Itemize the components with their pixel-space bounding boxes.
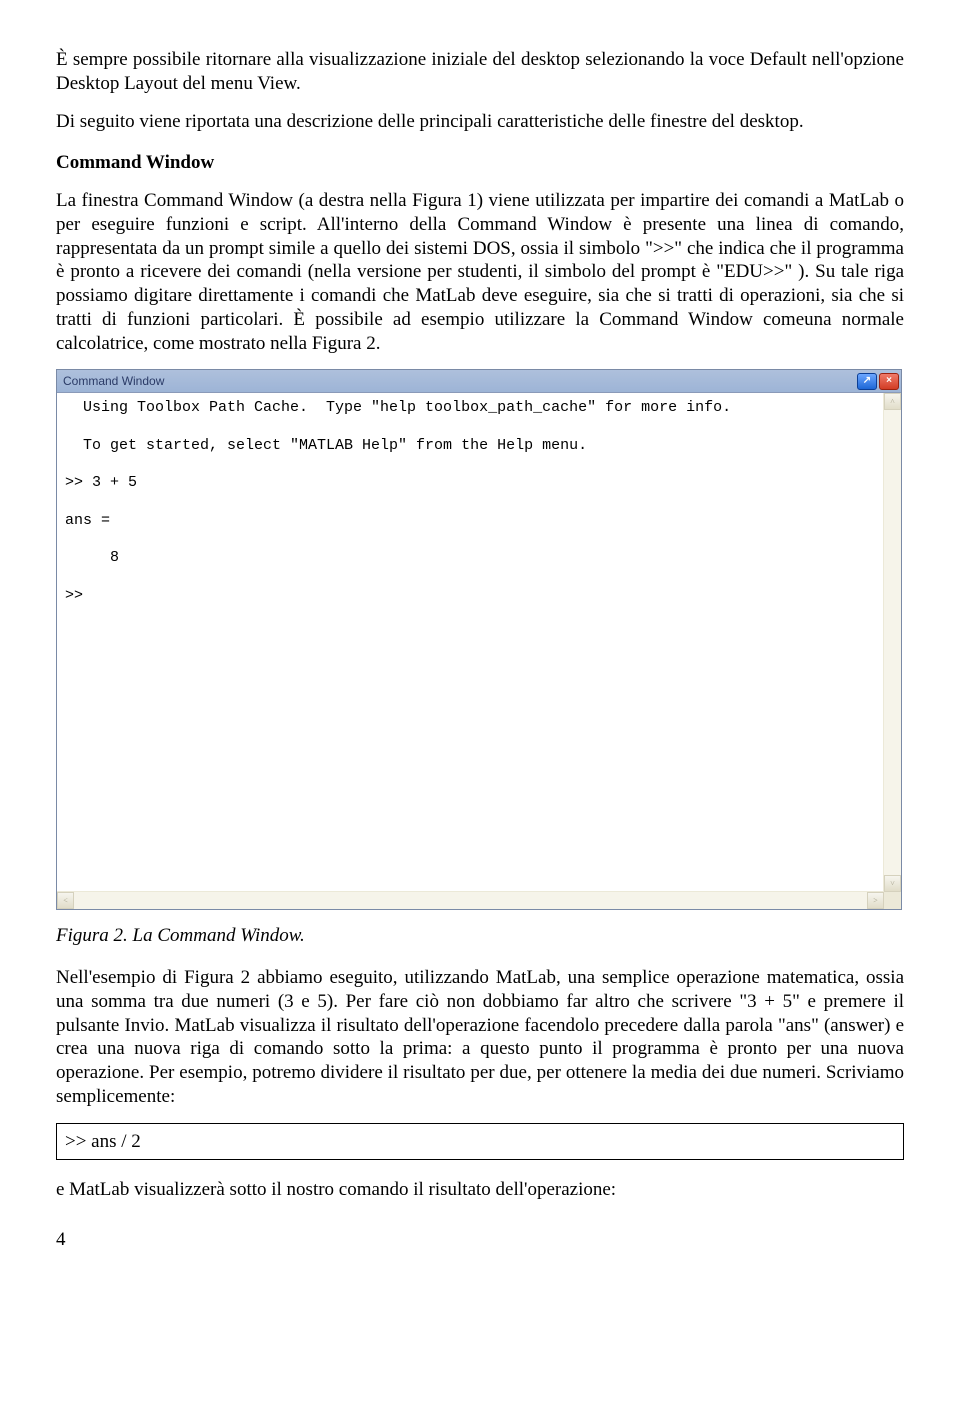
page-number: 4: [56, 1228, 904, 1252]
paragraph-result: e MatLab visualizzerà sotto il nostro co…: [56, 1178, 904, 1202]
scroll-track-vertical[interactable]: [884, 410, 901, 875]
paragraph-example: Nell'esempio di Figura 2 abbiamo eseguit…: [56, 966, 904, 1109]
command-window-title: Command Window: [63, 374, 855, 389]
paragraph-cmdwin-desc: La finestra Command Window (a destra nel…: [56, 189, 904, 355]
command-window-content[interactable]: Using Toolbox Path Cache. Type "help too…: [57, 393, 901, 891]
figure-caption: Figura 2. La Command Window.: [56, 924, 904, 948]
command-window-titlebar: Command Window ↗ ×: [57, 370, 901, 393]
scroll-track-horizontal[interactable]: [74, 892, 867, 909]
scroll-left-icon[interactable]: ˂: [57, 892, 74, 909]
scrollbar-corner: [884, 892, 901, 909]
scroll-down-icon[interactable]: ˅: [884, 875, 901, 892]
undock-icon[interactable]: ↗: [857, 373, 877, 390]
paragraph-intro-2: Di seguito viene riportata una descrizio…: [56, 110, 904, 134]
horizontal-scrollbar[interactable]: ˂ ˃: [57, 891, 901, 909]
code-box: >> ans / 2: [56, 1123, 904, 1161]
vertical-scrollbar[interactable]: ˄ ˅: [883, 393, 901, 892]
command-window-screenshot: Command Window ↗ × Using Toolbox Path Ca…: [56, 369, 902, 910]
scroll-up-icon[interactable]: ˄: [884, 393, 901, 410]
paragraph-intro-1: È sempre possibile ritornare alla visual…: [56, 48, 904, 96]
command-window-body: Using Toolbox Path Cache. Type "help too…: [57, 393, 901, 909]
heading-command-window: Command Window: [56, 151, 904, 175]
close-icon[interactable]: ×: [879, 373, 899, 390]
scroll-right-icon[interactable]: ˃: [867, 892, 884, 909]
